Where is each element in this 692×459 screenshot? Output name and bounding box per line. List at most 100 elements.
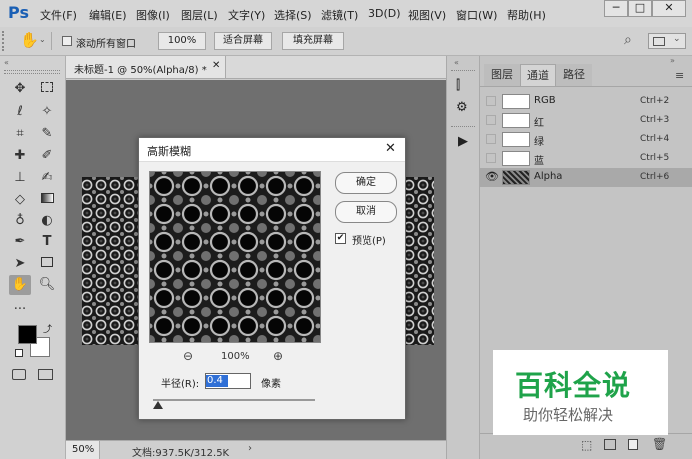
- history-brush-icon[interactable]: ✍: [36, 168, 58, 188]
- ok-button[interactable]: 确定: [335, 172, 397, 194]
- load-selection-icon[interactable]: ⬚: [581, 438, 592, 452]
- menu-3d[interactable]: 3D(D): [368, 7, 401, 20]
- lasso-tool-icon[interactable]: ℓ: [9, 102, 31, 122]
- minimize-button[interactable]: ─: [604, 0, 628, 17]
- trash-icon[interactable]: 🗑︎: [652, 437, 667, 451]
- fit-screen-button[interactable]: 适合屏幕: [214, 32, 272, 50]
- radius-slider-track[interactable]: [153, 399, 315, 401]
- rectangle-tool-icon[interactable]: [36, 254, 58, 274]
- preview-checkbox[interactable]: ✔: [335, 233, 346, 244]
- play-action-icon[interactable]: ▶: [458, 134, 468, 149]
- menu-image[interactable]: 图像(I): [136, 7, 170, 23]
- close-icon[interactable]: ✕: [385, 141, 396, 156]
- brush-tool-icon[interactable]: ✐: [36, 146, 58, 166]
- radius-selected-text: 0.4: [207, 375, 223, 386]
- menu-edit[interactable]: 编辑(E): [89, 7, 127, 23]
- zoom-100-button[interactable]: 100%: [158, 32, 206, 50]
- foreground-color-swatch[interactable]: [18, 325, 37, 344]
- swap-colors-icon[interactable]: ⤴: [43, 322, 52, 335]
- menu-type[interactable]: 文字(Y): [228, 7, 265, 23]
- collapse-arrows-icon[interactable]: «: [4, 58, 9, 67]
- panel-dock-strip: « ⫿ ⚙ ▶: [446, 56, 480, 459]
- eraser-tool-icon[interactable]: ◇: [9, 190, 31, 210]
- menu-view[interactable]: 视图(V): [408, 7, 446, 23]
- fill-screen-button[interactable]: 填充屏幕: [282, 32, 344, 50]
- hand-tool-icon[interactable]: ✋: [9, 275, 31, 295]
- menu-filter[interactable]: 滤镜(T): [321, 7, 358, 23]
- chevron-down-icon[interactable]: ⌄: [39, 35, 46, 44]
- collapse-arrows-icon[interactable]: »: [670, 56, 675, 65]
- zoom-in-icon[interactable]: ⊕: [273, 349, 283, 363]
- menu-window[interactable]: 窗口(W): [456, 7, 497, 23]
- visibility-toggle[interactable]: [486, 153, 496, 163]
- quick-mask-icon[interactable]: [12, 369, 26, 380]
- path-select-icon[interactable]: ➤: [9, 254, 31, 274]
- channel-thumbnail: [502, 170, 530, 185]
- save-selection-icon[interactable]: [604, 439, 616, 450]
- visibility-toggle[interactable]: [486, 115, 496, 125]
- channel-row-alpha[interactable]: 👁︎ Alpha Ctrl+6: [480, 168, 692, 187]
- maximize-button[interactable]: □: [628, 0, 652, 17]
- scroll-all-checkbox[interactable]: [62, 36, 72, 46]
- blur-tool-icon[interactable]: ♁: [9, 211, 31, 231]
- dialog-title: 高斯模糊: [147, 145, 191, 158]
- magic-wand-icon[interactable]: ✧: [36, 102, 58, 122]
- default-colors-icon[interactable]: [15, 349, 23, 357]
- document-tab[interactable]: 未标题-1 @ 50%(Alpha/8) * ✕: [66, 56, 226, 78]
- move-tool-icon[interactable]: ✥: [9, 79, 31, 99]
- menu-layer[interactable]: 图层(L): [181, 7, 218, 23]
- zoom-out-icon[interactable]: ⊖: [183, 349, 193, 363]
- close-tab-icon[interactable]: ✕: [212, 60, 220, 71]
- channel-name: 红: [534, 118, 544, 129]
- channel-name: RGB: [534, 95, 556, 106]
- zoom-tool-icon[interactable]: 🔍︎: [36, 275, 58, 295]
- pen-tool-icon[interactable]: ✒: [9, 232, 31, 252]
- channel-row-red[interactable]: 红 Ctrl+3: [480, 111, 692, 130]
- chevron-right-icon[interactable]: ›: [248, 443, 252, 454]
- channel-thumbnail: [502, 132, 530, 147]
- more-tools-icon[interactable]: ···: [9, 300, 31, 320]
- clone-stamp-icon[interactable]: ⊥: [9, 168, 31, 188]
- dock-grip[interactable]: [451, 126, 475, 129]
- channel-row-rgb[interactable]: RGB Ctrl+2: [480, 92, 692, 111]
- grip-handle[interactable]: [2, 31, 8, 51]
- new-channel-icon[interactable]: [628, 439, 638, 450]
- visibility-toggle[interactable]: [486, 96, 496, 106]
- cancel-button[interactable]: 取消: [335, 201, 397, 223]
- marquee-tool-icon[interactable]: [36, 79, 58, 99]
- dialog-titlebar[interactable]: 高斯模糊 ✕: [139, 138, 405, 162]
- eye-icon[interactable]: 👁︎: [485, 170, 499, 183]
- properties-icon[interactable]: ⚙: [456, 100, 468, 115]
- menu-help[interactable]: 帮助(H): [507, 7, 546, 23]
- screen-mode-icon[interactable]: [38, 369, 53, 380]
- collapse-arrows-icon[interactable]: «: [454, 58, 459, 67]
- crop-tool-icon[interactable]: ⌗: [9, 124, 31, 144]
- channel-row-blue[interactable]: 蓝 Ctrl+5: [480, 149, 692, 168]
- dodge-tool-icon[interactable]: ◐: [36, 211, 58, 231]
- channel-name: 蓝: [534, 156, 544, 167]
- blur-preview[interactable]: [149, 171, 321, 343]
- radius-slider-handle[interactable]: [153, 401, 163, 409]
- workspace-switcher[interactable]: ⌄: [648, 33, 686, 49]
- tab-paths[interactable]: 路径: [556, 64, 592, 86]
- menu-select[interactable]: 选择(S): [274, 7, 312, 23]
- hand-tool-icon[interactable]: ✋: [20, 31, 39, 49]
- zoom-level-field[interactable]: 50%: [66, 441, 100, 459]
- search-icon[interactable]: ⌕: [624, 32, 632, 48]
- dock-grip[interactable]: [451, 70, 475, 73]
- type-tool-icon[interactable]: T: [36, 232, 58, 252]
- tab-channels[interactable]: 通道: [520, 64, 556, 86]
- gradient-tool-icon[interactable]: [36, 190, 58, 210]
- channel-shortcut: Ctrl+3: [640, 115, 670, 125]
- document-info: 文档:937.5K/312.5K: [132, 448, 230, 459]
- eyedropper-icon[interactable]: ✎: [36, 124, 58, 144]
- panel-menu-icon[interactable]: ≡: [675, 69, 684, 82]
- menu-file[interactable]: 文件(F): [40, 7, 77, 23]
- channel-row-green[interactable]: 绿 Ctrl+4: [480, 130, 692, 149]
- visibility-toggle[interactable]: [486, 134, 496, 144]
- toolbar-grip[interactable]: [4, 70, 60, 74]
- tab-layers[interactable]: 图层: [484, 64, 520, 86]
- healing-brush-icon[interactable]: ✚: [9, 146, 31, 166]
- histogram-icon[interactable]: ⫿: [456, 78, 460, 93]
- close-window-button[interactable]: ✕: [652, 0, 686, 17]
